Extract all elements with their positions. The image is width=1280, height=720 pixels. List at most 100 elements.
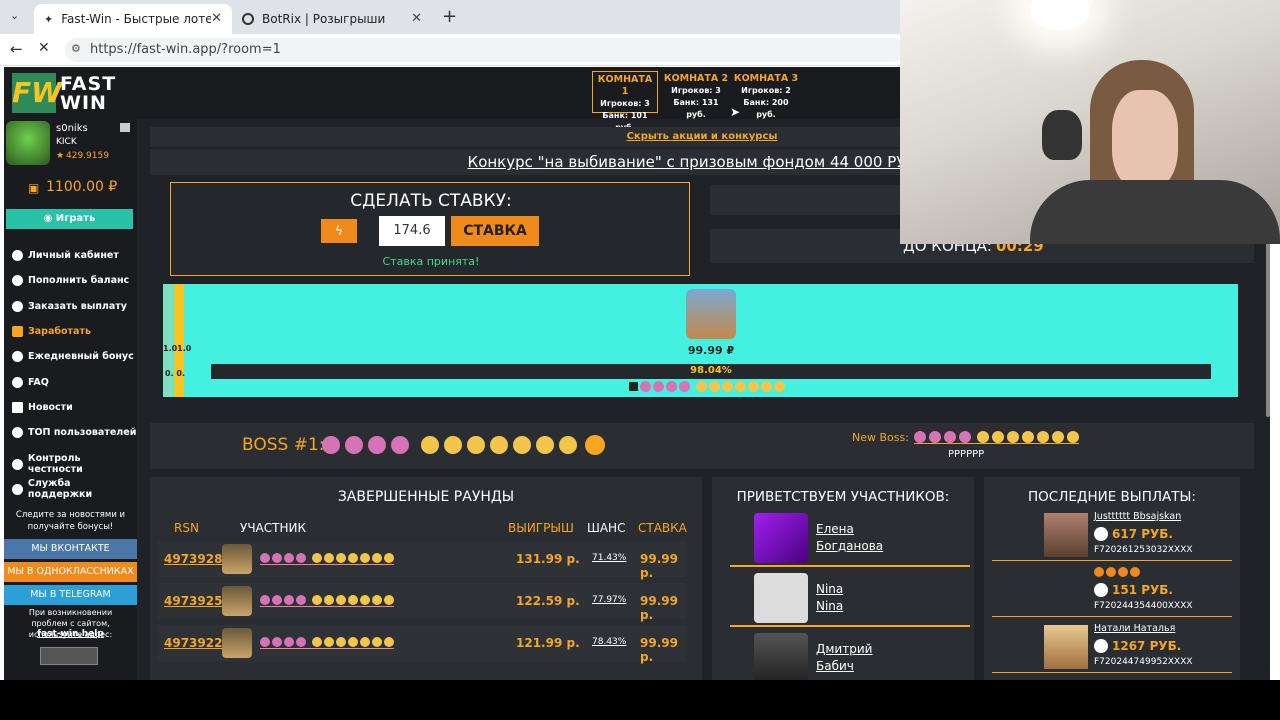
roulette-edge [163,284,173,397]
menu-label: Заказать выплату [28,301,128,312]
trophy-icon [12,427,23,438]
plus-circle-icon [12,275,23,286]
game-roulette: 1.01.0 0. 0. 99.99 ₽ 98.04% [163,284,1238,397]
counter-badge[interactable] [40,647,98,665]
menu-top-users[interactable]: ТОП пользователей [12,427,136,438]
rounds-title: ЗАВЕРШЕННЫЕ РАУНДЫ [337,489,515,505]
player-emojis[interactable] [260,553,394,565]
rsn-link[interactable]: 4973925 [164,594,222,608]
payout-avatar [1044,625,1088,669]
room-name: КОМНАТА 3 [733,73,799,84]
user-name-link[interactable]: Елена Богданова [816,521,883,555]
room-bank: Банк: 200 руб. [743,98,789,119]
payout-name[interactable]: Justttttt Bbsajskan [1094,511,1181,522]
menu-earn[interactable]: Заработать [12,326,91,337]
new-tab-icon[interactable]: + [442,6,457,27]
play-label: Играть [55,213,96,224]
menu-label: Служба поддержки [27,478,93,500]
page-scrollbar[interactable] [1266,217,1270,417]
payout-name[interactable]: Натали Наталья [1094,623,1175,634]
payout-item: 151 РУБ. F72024435440​0XXXX [992,565,1232,617]
bet-amount-input[interactable]: 174.6 [379,216,445,246]
user-avatar [754,633,808,680]
menu-label: Новости [28,402,73,413]
url-text: https://fast-win.app/?room=1 [90,42,281,57]
telegram-button[interactable]: МЫ В TELEGRAM [4,585,137,605]
ok-button[interactable]: МЫ В ОДНОКЛАССНИКАХ [4,562,137,582]
menu-label: Ежедневный бонус [28,351,134,362]
player-avatar [222,544,252,574]
menu-account[interactable]: Личный кабинет [12,250,119,261]
alt-address-link[interactable]: fast-win.help [4,629,137,639]
fk-icon [1094,527,1108,541]
site-logo[interactable]: FW FAST WIN [12,73,115,114]
payout-item: Justttttt Bbsajskan 617 РУБ. F7202612530… [992,509,1232,561]
star-icon: ★ [56,151,65,161]
user-name-link[interactable]: Дмитрий Бабич [816,641,872,675]
menu-deposit[interactable]: Пополнить баланс [12,275,129,286]
follow-text: Следите за новостями и получайте бонусы! [15,510,126,532]
room-2-button[interactable]: КОМНАТА 2 Игроков: 3 Банк: 131 руб. [663,71,729,119]
progress-percent: 98.04% [690,365,732,376]
loading-icon: ✦ [44,12,54,26]
payout-amount: 151 РУБ. [1112,583,1173,597]
payout-account: F72026125303​2XXXX [1094,545,1193,555]
room-name: КОМНАТА 1 [597,74,653,97]
room-bank: Банк: 131 руб. [673,98,719,119]
player-emojis[interactable] [260,637,394,649]
menu-faq[interactable]: FAQ [12,377,49,388]
menu-daily-bonus[interactable]: Ежедневный бонус [12,351,134,362]
player-avatar [222,586,252,616]
url-input[interactable]: ⚙ https://fast-win.app/?room=1 [65,38,905,62]
chance[interactable]: 71.43% [592,553,626,563]
gift-icon [12,351,23,362]
room-3-button[interactable]: КОМНАТА 3 Игроков: 2 Банк: 200 руб. [733,71,799,119]
menu-fairness[interactable]: Контроль честности [12,453,137,475]
bet-amount: 99.99 р. [640,636,678,664]
new-boss-label: New Boss: [852,431,909,444]
progress-bar: 98.04% [211,364,1211,379]
tab-botrix[interactable]: BotRix | Розыгрыши ✕ [232,4,432,34]
payouts-title: ПОСЛЕДНИЕ ВЫПЛАТЫ: [1028,489,1196,505]
room-players: Игроков: 2 [741,86,791,95]
stop-icon[interactable]: ✕ [38,40,50,56]
menu-withdraw[interactable]: Заказать выплату [12,301,127,312]
win-amount: 122.59 р. [516,594,580,608]
welcome-title: ПРИВЕТСТВУЕМ УЧАСТНИКОВ: [736,489,950,505]
list-item: Nina Nina [730,571,970,627]
winner-avatar [686,289,736,339]
payout-avatar [1044,513,1088,557]
win-amount: 121.99 р. [516,636,580,650]
bet-panel: СДЕЛАТЬ СТАВКУ: ϟ 174.6 СТАВКА Ставка пр… [170,182,690,276]
site-info-icon[interactable]: ⚙ [71,42,81,55]
bet-button[interactable]: СТАВКА [451,216,539,246]
lightning-icon: ϟ [335,224,343,238]
rsn-link[interactable]: 4973928 [164,552,222,566]
bet-amount: 99.99 р. [640,594,678,622]
logo-mark: FW [12,73,62,113]
user-name-link[interactable]: Nina Nina [816,581,843,615]
menu-label: ТОП пользователей [28,427,137,438]
vk-button[interactable]: МЫ ВКОНТАКТЕ [4,539,137,559]
play-button[interactable]: ◉ Играть [6,209,133,229]
avatar[interactable] [6,121,50,165]
chance[interactable]: 78.43% [592,637,626,647]
sidebar: s0niks KICK ★ 429.9159 ▣ 1100.00 ₽ ◉ Игр… [4,119,137,680]
back-icon[interactable]: ← [10,40,23,58]
menu-news[interactable]: Новости [12,402,73,413]
tab-fast-win[interactable]: ✦ Fast-Win - Быстрые лотереи! Ком ✕ [34,4,232,34]
new-boss-emojis [914,431,1079,444]
menu-support[interactable]: Служба поддержки [12,478,137,500]
tick-label-b: 0. 0. [165,369,185,378]
close-tab-icon[interactable]: ✕ [411,11,422,26]
quick-bet-button[interactable]: ϟ [321,219,357,243]
chance[interactable]: 77.97% [592,595,626,605]
rsn-link[interactable]: 4973922 [164,636,222,650]
room-players: Игроков: 3 [671,86,721,95]
room-1-button[interactable]: КОМНАТА 1 Игроков: 3 Банк: 101 руб. [592,71,658,132]
settings-icon[interactable] [120,123,130,132]
question-icon [12,377,23,388]
tab-list-icon[interactable]: ⌄ [10,9,19,22]
close-tab-icon[interactable]: ✕ [211,11,222,26]
player-emojis[interactable] [260,595,394,607]
